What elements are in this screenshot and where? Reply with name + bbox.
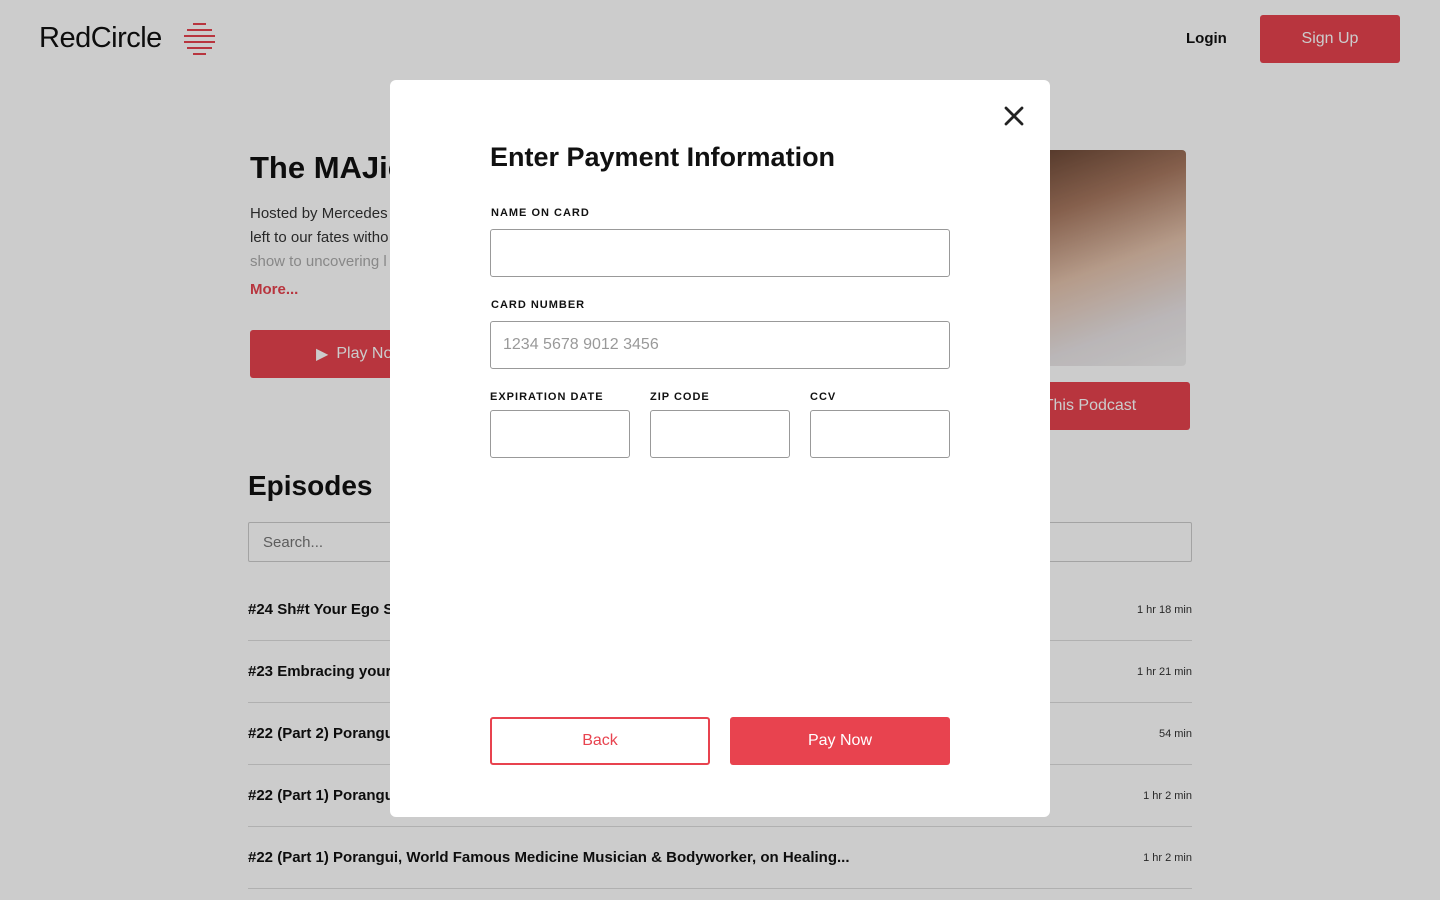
modal-title: Enter Payment Information <box>490 142 836 172</box>
card-number-label: CARD NUMBER <box>491 299 586 311</box>
close-icon[interactable] <box>1002 104 1026 128</box>
ccv-label: CCV <box>810 391 837 403</box>
zip-code-input[interactable] <box>650 410 790 458</box>
ccv-input[interactable] <box>810 410 950 458</box>
expiration-date-input[interactable] <box>490 410 630 458</box>
name-on-card-label: NAME ON CARD <box>491 207 590 219</box>
back-button[interactable]: Back <box>490 717 710 765</box>
payment-modal: Enter Payment Information NAME ON CARD C… <box>390 80 1050 817</box>
zip-code-label: ZIP CODE <box>650 391 710 403</box>
pay-now-button[interactable]: Pay Now <box>730 717 950 765</box>
name-on-card-input[interactable] <box>490 229 950 277</box>
expiration-date-label: EXPIRATION DATE <box>490 391 604 403</box>
card-number-input[interactable] <box>490 321 950 369</box>
